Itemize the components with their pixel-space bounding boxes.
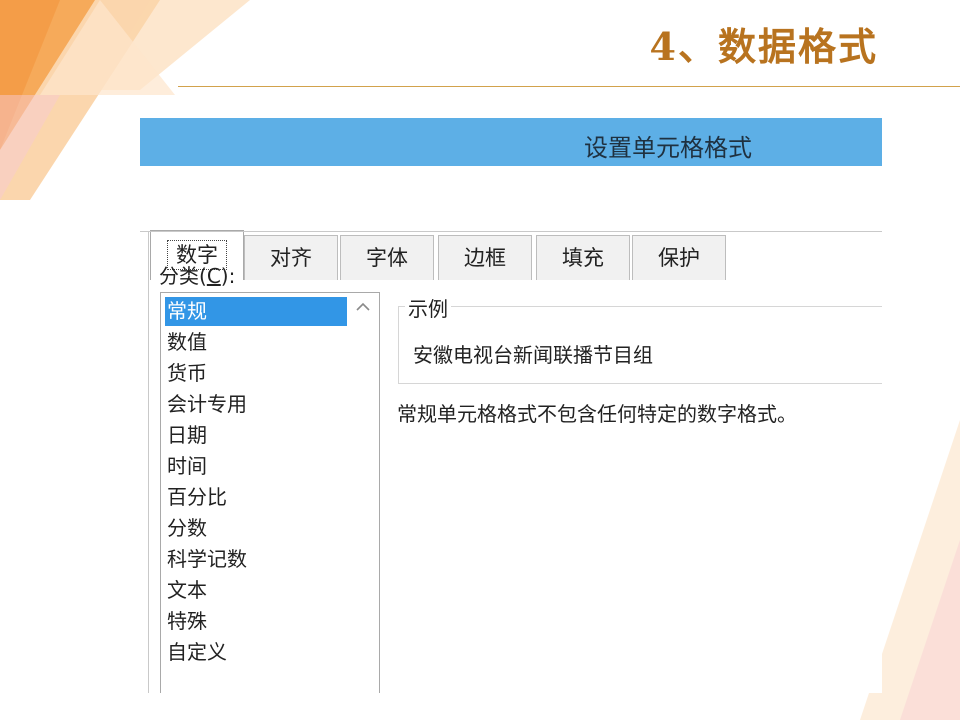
title-divider xyxy=(178,86,960,87)
format-description: 常规单元格格式不包含任何特定的数字格式。 xyxy=(397,402,797,426)
list-item-custom[interactable]: 自定义 xyxy=(165,638,347,667)
list-item-fraction[interactable]: 分数 xyxy=(165,514,347,543)
category-hotkey: C xyxy=(206,264,221,288)
list-item-text[interactable]: 文本 xyxy=(165,576,347,605)
list-item-special[interactable]: 特殊 xyxy=(165,607,347,636)
dialog-titlebar[interactable]: 设置单元格格式 xyxy=(140,118,882,166)
list-item-time[interactable]: 时间 xyxy=(165,452,347,481)
slide-title: 4、数据格式 xyxy=(649,24,878,69)
sample-group: 示例 安徽电视台新闻联播节目组 xyxy=(398,293,882,384)
list-scrollbar[interactable] xyxy=(349,293,379,693)
chevron-up-icon[interactable] xyxy=(355,301,371,313)
list-item-scientific[interactable]: 科学记数 xyxy=(165,545,347,574)
list-item-number[interactable]: 数值 xyxy=(165,328,347,357)
dialog-title: 设置单元格格式 xyxy=(584,134,752,162)
sample-legend: 示例 xyxy=(405,293,451,322)
list-item-general[interactable]: 常规 xyxy=(165,297,347,326)
list-item-date[interactable]: 日期 xyxy=(165,421,347,450)
sample-value: 安徽电视台新闻联播节目组 xyxy=(413,343,653,367)
list-item-currency[interactable]: 货币 xyxy=(165,359,347,388)
format-cells-dialog: 设置单元格格式 数字 对齐 字体 边框 填充 保护 分类(C): 常规 数值 货… xyxy=(140,118,882,693)
category-listbox[interactable]: 常规 数值 货币 会计专用 日期 时间 百分比 分数 科学记数 文本 特殊 自定… xyxy=(160,292,380,693)
list-item-accounting[interactable]: 会计专用 xyxy=(165,390,347,419)
list-item-percentage[interactable]: 百分比 xyxy=(165,483,347,512)
category-label: 分类(C): xyxy=(159,264,236,288)
